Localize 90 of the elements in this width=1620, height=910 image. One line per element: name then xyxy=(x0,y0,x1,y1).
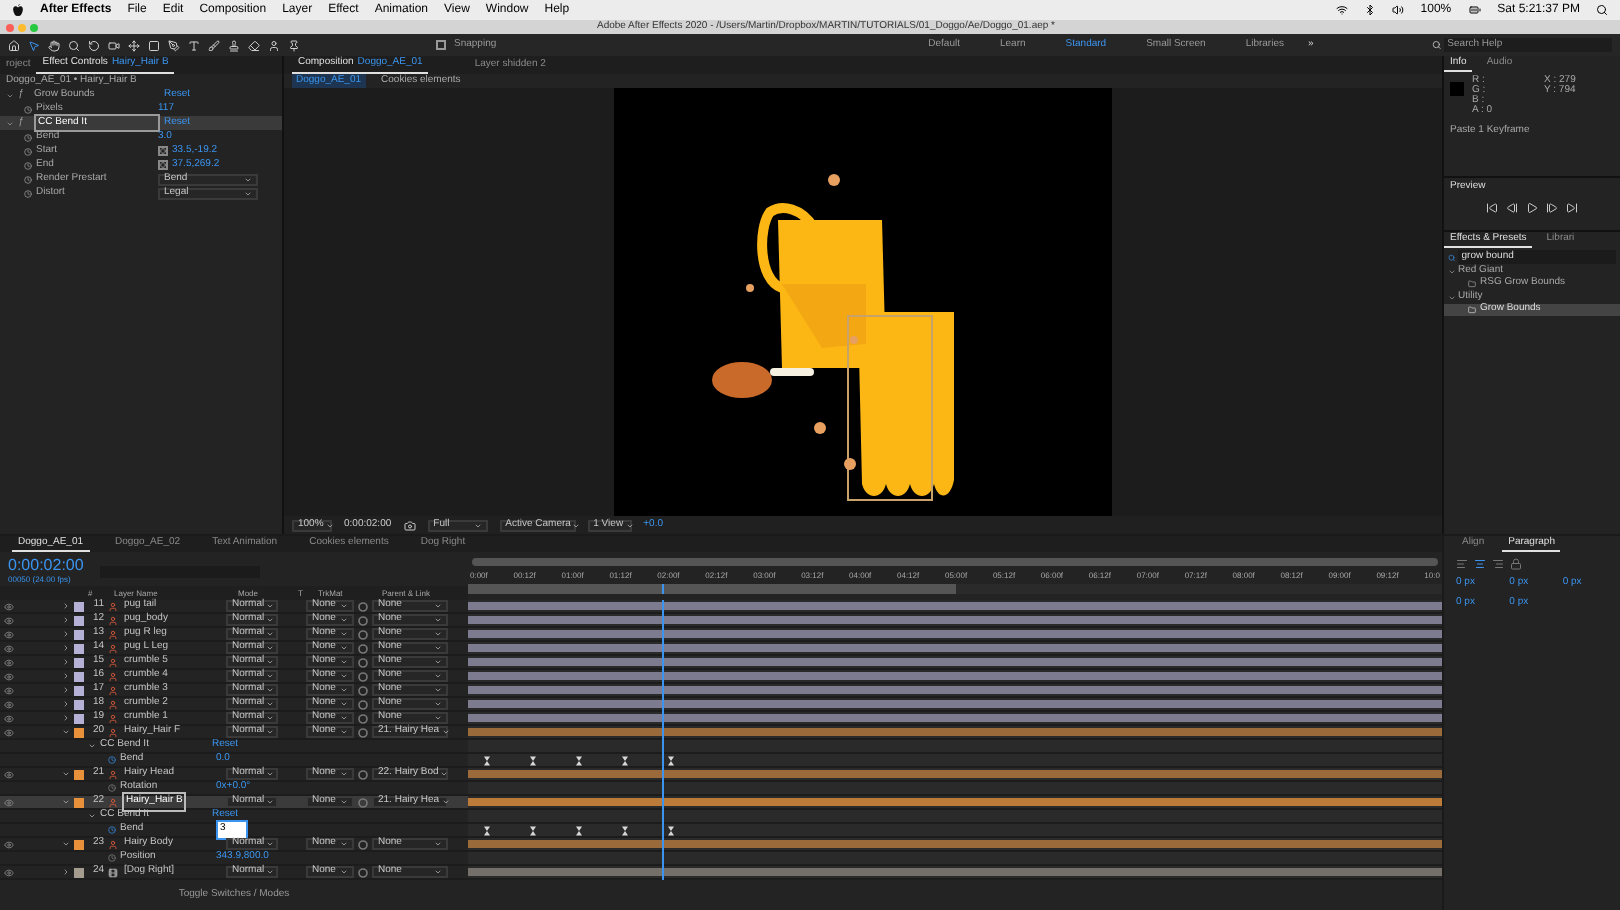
camera-icon[interactable] xyxy=(108,39,120,51)
pick-whip-icon[interactable] xyxy=(358,867,368,877)
eye-icon[interactable] xyxy=(4,685,14,695)
stopwatch-icon[interactable] xyxy=(24,175,32,183)
effect-icon xyxy=(1468,306,1476,314)
eraser-icon[interactable] xyxy=(248,39,260,51)
battery-icon[interactable] xyxy=(1467,4,1482,16)
brush-icon[interactable] xyxy=(208,39,220,51)
label-color-swatch[interactable] xyxy=(74,615,84,625)
stopwatch-icon[interactable] xyxy=(108,756,116,764)
pointer-icon[interactable] xyxy=(28,39,40,51)
skip-forward-icon[interactable] xyxy=(1566,202,1578,214)
apple-logo-icon[interactable] xyxy=(12,3,24,17)
keyframe-icon[interactable] xyxy=(622,825,628,835)
stamp-icon[interactable] xyxy=(228,39,240,51)
timecode[interactable]: 0:00:02:00 xyxy=(8,556,84,574)
play-icon[interactable] xyxy=(1526,202,1538,214)
eye-icon[interactable] xyxy=(4,839,14,849)
rectangle-icon[interactable] xyxy=(148,39,160,51)
label-color-swatch[interactable] xyxy=(74,713,84,723)
keyframe-icon[interactable] xyxy=(576,825,582,835)
step-forward-icon[interactable] xyxy=(1546,202,1558,214)
eye-icon[interactable] xyxy=(4,797,14,807)
eye-icon[interactable] xyxy=(4,867,14,877)
label-color-swatch[interactable] xyxy=(74,839,84,849)
search-icon xyxy=(1448,253,1456,261)
eye-icon[interactable] xyxy=(4,713,14,723)
eye-icon[interactable] xyxy=(4,601,14,611)
eye-icon[interactable] xyxy=(4,727,14,737)
pick-whip-icon[interactable] xyxy=(358,839,368,849)
step-back-icon[interactable] xyxy=(1506,202,1518,214)
comp-canvas[interactable] xyxy=(614,88,1112,516)
keyframe-icon[interactable] xyxy=(530,825,536,835)
hand-icon[interactable] xyxy=(48,39,60,51)
lock-icon[interactable] xyxy=(1510,558,1522,570)
effect-icon xyxy=(1468,280,1476,288)
bluetooth-icon[interactable] xyxy=(1364,4,1377,16)
figure-icon[interactable] xyxy=(268,39,280,51)
move-icon[interactable] xyxy=(128,39,140,51)
stopwatch-icon[interactable] xyxy=(108,826,116,834)
label-color-swatch[interactable] xyxy=(74,601,84,611)
color-swatch xyxy=(1450,82,1464,96)
pick-whip-icon[interactable] xyxy=(358,797,368,807)
keyframe-icon[interactable] xyxy=(484,755,490,765)
eye-icon[interactable] xyxy=(4,615,14,625)
label-color-swatch[interactable] xyxy=(74,727,84,737)
label-color-swatch[interactable] xyxy=(74,867,84,877)
snapping-checkbox[interactable] xyxy=(436,40,446,50)
keyframe-icon[interactable] xyxy=(622,755,628,765)
text-icon[interactable] xyxy=(188,39,200,51)
align-right-icon[interactable] xyxy=(1492,558,1504,570)
home-icon[interactable] xyxy=(8,39,20,51)
pin-icon[interactable] xyxy=(288,39,300,51)
stopwatch-icon[interactable] xyxy=(24,105,32,113)
search-icon xyxy=(1432,40,1442,50)
crosshair-icon[interactable] xyxy=(158,146,168,156)
label-color-swatch[interactable] xyxy=(74,797,84,807)
crosshair-icon[interactable] xyxy=(158,160,168,170)
label-color-swatch[interactable] xyxy=(74,657,84,667)
wifi-icon[interactable] xyxy=(1336,4,1349,16)
pick-whip-icon[interactable] xyxy=(358,769,368,779)
label-color-swatch[interactable] xyxy=(74,629,84,639)
volume-icon[interactable] xyxy=(1392,4,1405,16)
eye-icon[interactable] xyxy=(4,671,14,681)
rotate-icon[interactable] xyxy=(88,39,100,51)
keyframe-icon[interactable] xyxy=(484,825,490,835)
stopwatch-icon[interactable] xyxy=(108,784,116,792)
label-color-swatch[interactable] xyxy=(74,769,84,779)
align-left-icon[interactable] xyxy=(1456,558,1468,570)
stopwatch-icon[interactable] xyxy=(24,189,32,197)
camera-icon[interactable] xyxy=(403,519,416,531)
stopwatch-icon[interactable] xyxy=(24,133,32,141)
search-icon[interactable] xyxy=(1596,4,1608,16)
keyframe-icon[interactable] xyxy=(530,755,536,765)
eye-icon[interactable] xyxy=(4,657,14,667)
eye-icon[interactable] xyxy=(4,699,14,709)
stopwatch-icon[interactable] xyxy=(24,147,32,155)
eye-icon[interactable] xyxy=(4,629,14,639)
keyframe-icon[interactable] xyxy=(576,755,582,765)
label-color-swatch[interactable] xyxy=(74,643,84,653)
label-color-swatch[interactable] xyxy=(74,699,84,709)
skip-back-icon[interactable] xyxy=(1486,202,1498,214)
align-center-icon[interactable] xyxy=(1474,558,1486,570)
eye-icon[interactable] xyxy=(4,643,14,653)
label-color-swatch[interactable] xyxy=(74,671,84,681)
eye-icon[interactable] xyxy=(4,769,14,779)
label-color-swatch[interactable] xyxy=(74,685,84,695)
stopwatch-icon[interactable] xyxy=(24,161,32,169)
stopwatch-icon[interactable] xyxy=(108,854,116,862)
pen-icon[interactable] xyxy=(168,39,180,51)
